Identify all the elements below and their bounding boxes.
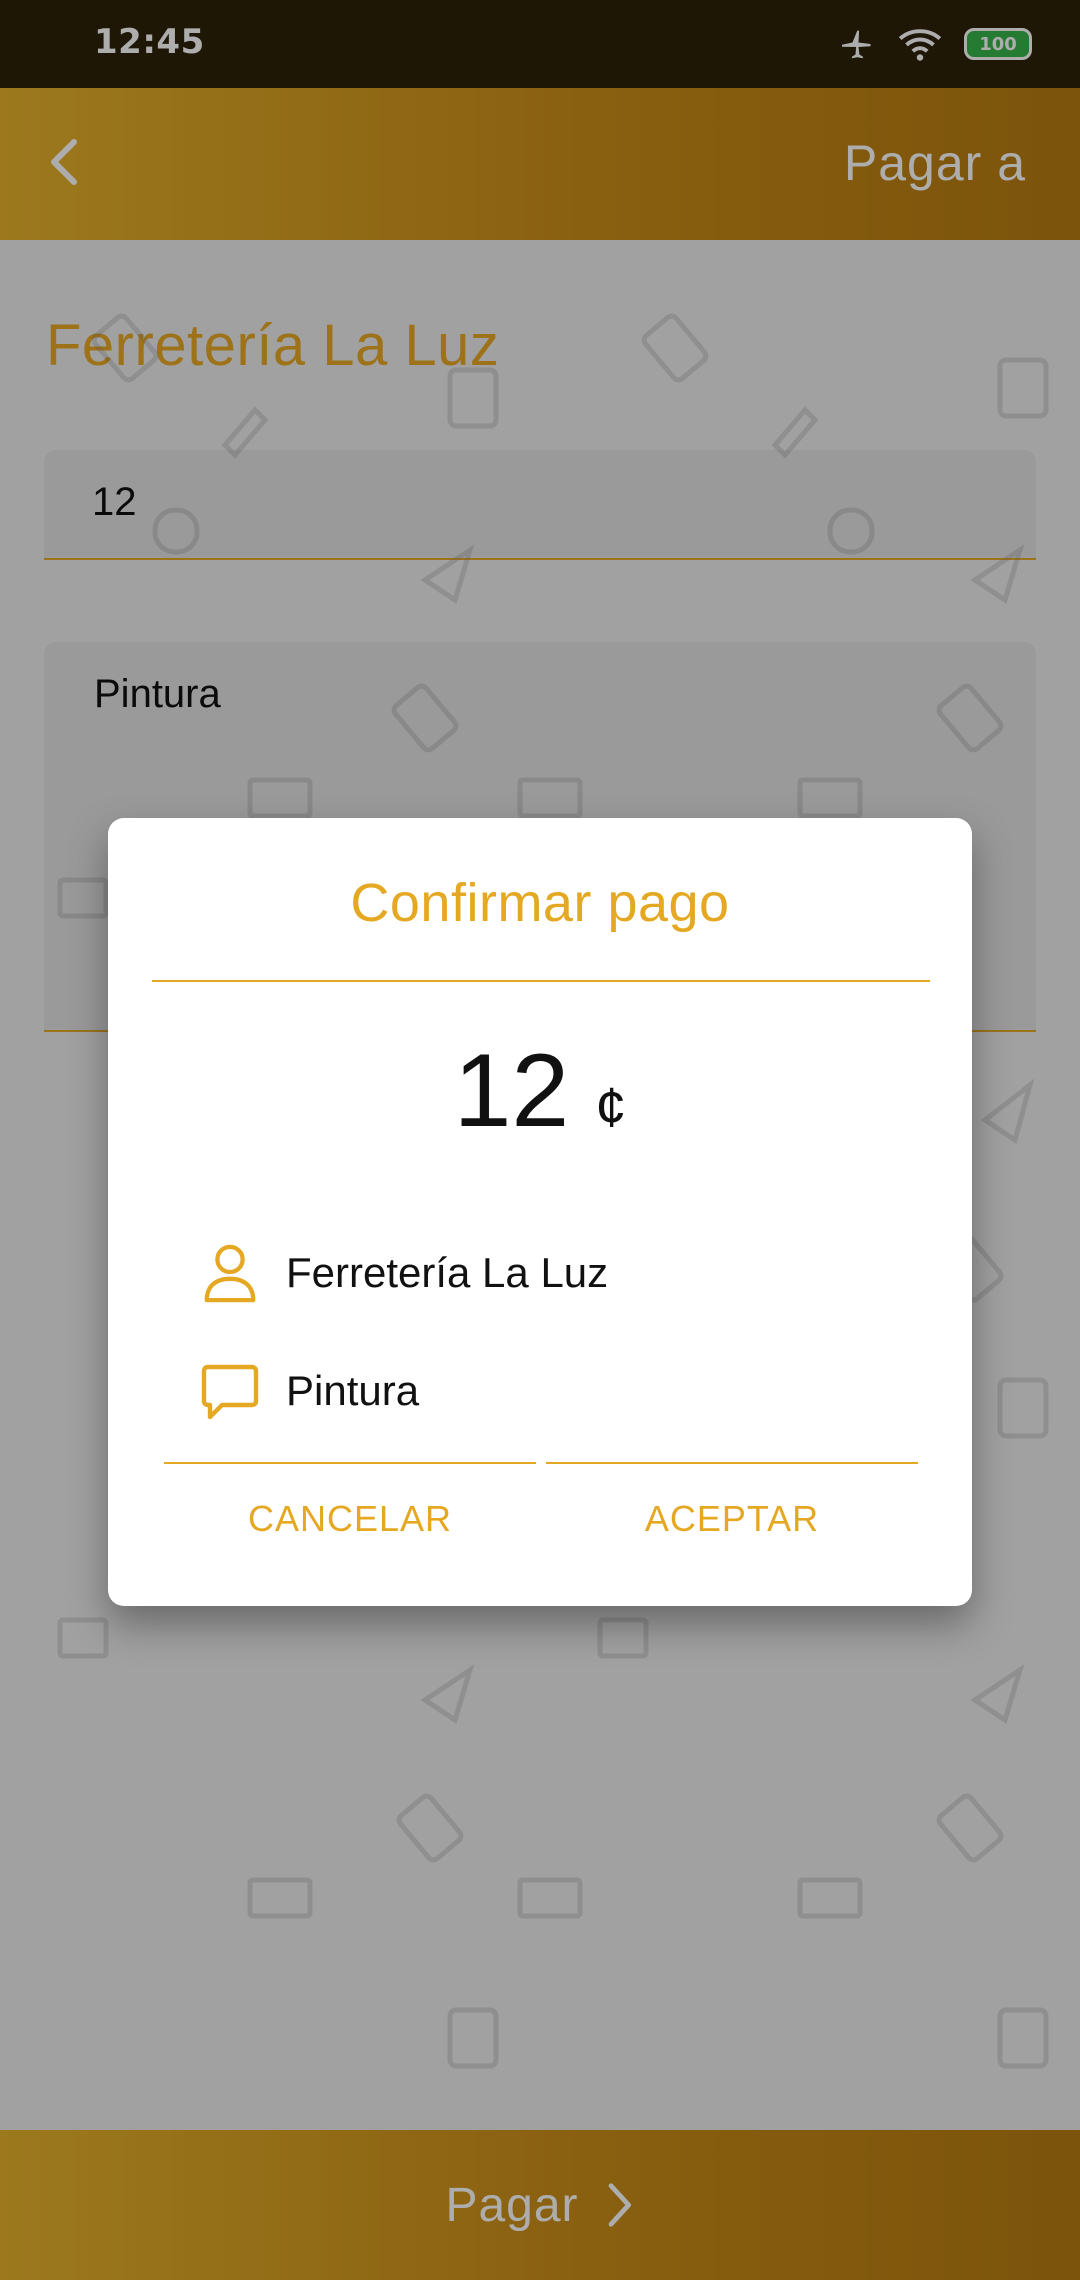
dialog-note: Pintura — [286, 1367, 420, 1414]
accept-button[interactable]: ACEPTAR — [546, 1462, 918, 1574]
chat-bubble-icon — [201, 1364, 259, 1420]
dialog-note-row: Pintura — [200, 1356, 419, 1426]
dialog-amount-row: 12 ¢ — [108, 1032, 972, 1151]
dialog-recipient: Ferretería La Luz — [286, 1249, 609, 1296]
cancel-button[interactable]: CANCELAR — [164, 1462, 536, 1574]
person-icon — [204, 1244, 256, 1303]
currency-symbol: ¢ — [595, 1075, 627, 1138]
dialog-title: Confirmar pago — [350, 873, 730, 933]
dialog-divider — [152, 980, 930, 982]
dialog-recipient-row: Ferretería La Luz — [200, 1238, 608, 1308]
dialog-amount: 12 — [453, 1033, 570, 1149]
confirm-payment-dialog: Confirmar pago 12 ¢ Ferretería La Luz Pi… — [108, 818, 972, 1606]
